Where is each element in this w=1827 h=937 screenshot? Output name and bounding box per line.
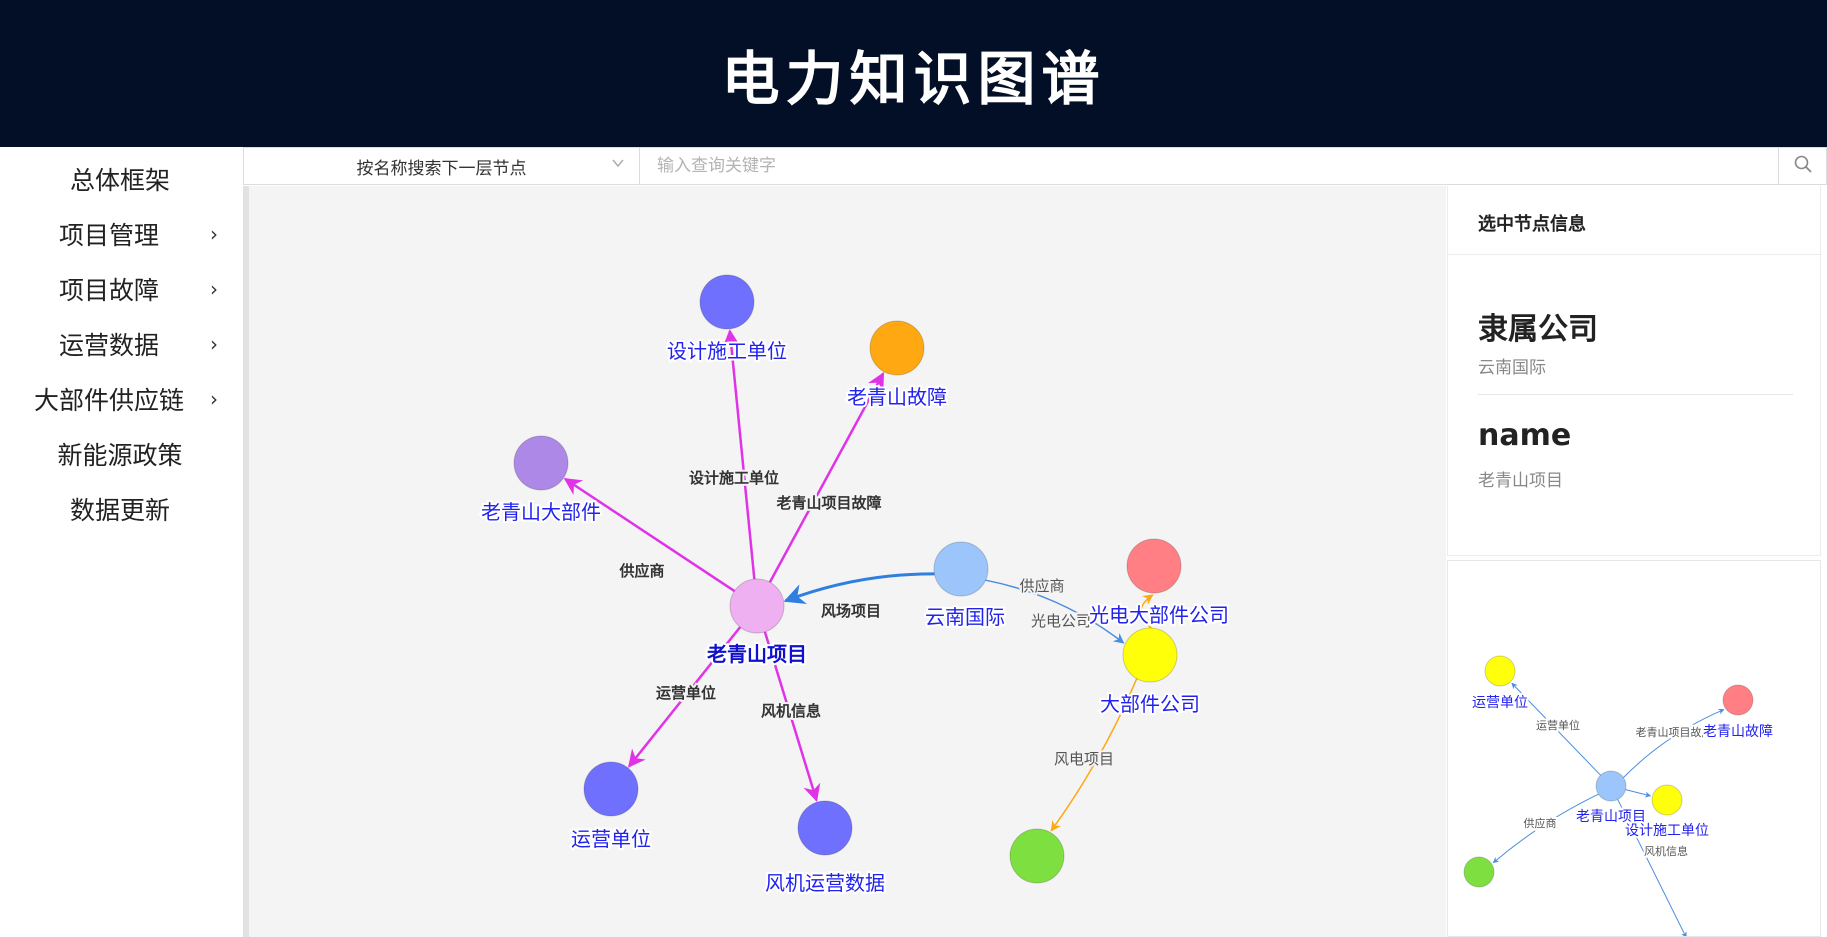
sidebar-item-label: 数据更新	[69, 495, 170, 525]
sidebar-item-label: 项目故障	[58, 275, 159, 305]
graph-edge[interactable]	[722, 329, 756, 580]
graph-node[interactable]: 老青山故障	[845, 320, 949, 411]
graph-node-label: 运营单位	[1472, 695, 1528, 711]
sidebar-item-component-supply-chain[interactable]: 大部件供应链 ›	[0, 371, 240, 426]
graph-node[interactable]	[1009, 828, 1065, 884]
sidebar-item-label: 运营数据	[58, 330, 159, 360]
search-icon	[1793, 154, 1813, 178]
graph-node-label: 设计施工单位	[667, 339, 787, 363]
graph-edge[interactable]	[1623, 708, 1725, 778]
selected-node-info-card: 选中节点信息 隶属公司 云南国际 name 老青山项目	[1447, 186, 1822, 556]
sidebar-item-new-energy-policy[interactable]: 新能源政策	[0, 426, 240, 481]
sidebar-item-label: 总体框架	[69, 165, 170, 195]
graph-node-label: 老青山故障	[1703, 724, 1773, 740]
graph-node-circle[interactable]	[699, 274, 755, 330]
sidebar-item-overall-framework[interactable]: 总体框架	[0, 151, 240, 206]
graph-node-label: 设计施工单位	[1625, 823, 1709, 839]
graph-node[interactable]: 老青山大部件	[479, 435, 603, 526]
divider	[1448, 254, 1822, 255]
graph-node-label: 风机运营数据	[765, 871, 885, 895]
graph-edge-label: 运营单位	[656, 684, 716, 702]
graph-edge-label: 风机信息	[1644, 844, 1688, 858]
graph-node-circle[interactable]	[1463, 856, 1495, 888]
info-card-title: 选中节点信息	[1478, 214, 1586, 235]
sidebar-item-project-faults[interactable]: 项目故障 ›	[0, 261, 240, 316]
graph-node[interactable]: 运营单位	[1470, 655, 1530, 713]
graph-edge-label: 老青山项目故障	[775, 494, 881, 512]
graph-node-circle[interactable]	[729, 578, 785, 634]
graph-node[interactable]: 老青山项目	[1574, 770, 1648, 827]
graph-node-circle[interactable]	[1009, 828, 1065, 884]
chevron-right-icon: ›	[210, 221, 218, 246]
graph-node-circle[interactable]	[1126, 538, 1182, 594]
sidebar-item-data-update[interactable]: 数据更新	[0, 481, 240, 536]
graph-node[interactable]: 大部件公司	[1098, 627, 1202, 718]
graph-edge[interactable]	[1625, 789, 1652, 798]
graph-edge-label: 老青山项目故障	[1636, 725, 1713, 739]
chevron-right-icon: ›	[210, 331, 218, 356]
chevron-right-icon: ›	[210, 386, 218, 411]
sidebar: 总体框架 项目管理 › 项目故障 › 运营数据 › 大部件供应链 › 新能源政策…	[0, 147, 240, 937]
graph-edge-label: 风电项目	[1054, 750, 1114, 768]
graph-edge-label: 供应商	[1019, 577, 1064, 595]
field-key: 隶属公司	[1478, 312, 1598, 347]
graph-edge[interactable]	[783, 572, 935, 604]
sidebar-item-operation-data[interactable]: 运营数据 ›	[0, 316, 240, 371]
sidebar-item-project-management[interactable]: 项目管理 ›	[0, 206, 240, 261]
graph-node-circle[interactable]	[1484, 655, 1516, 687]
graph-node[interactable]: 运营单位	[569, 761, 653, 853]
app-header: 电力知识图谱	[0, 0, 1827, 147]
graph-node[interactable]: 设计施工单位	[665, 274, 789, 365]
field-key: name	[1478, 418, 1572, 453]
divider	[1478, 394, 1793, 395]
search-mode-select[interactable]: 按名称搜索下一层节点	[244, 148, 640, 184]
search-input[interactable]	[641, 148, 1778, 184]
sidebar-item-label: 项目管理	[58, 220, 159, 250]
sidebar-item-label: 新能源政策	[57, 440, 183, 470]
graph-node[interactable]: 老青山项目	[705, 578, 809, 668]
graph-node[interactable]	[1463, 856, 1495, 888]
graph-edge-label: 设计施工单位	[689, 469, 779, 487]
search-bar: 按名称搜索下一层节点	[243, 147, 1827, 185]
graph-edge-label: 风场项目	[821, 602, 881, 620]
graph-node-circle[interactable]	[583, 761, 639, 817]
graph-node-circle[interactable]	[1722, 684, 1754, 716]
graph-node[interactable]: 风机运营数据	[763, 800, 887, 897]
graph-node-label: 老青山故障	[847, 385, 947, 409]
knowledge-graph-canvas[interactable]: 设计施工单位 老青山项目故障 供应商 风场项目 运营单位 风机信息 供应商 光电公司 风电项目老…	[243, 186, 1446, 937]
graph-edge-label: 运营单位	[1536, 718, 1580, 732]
sidebar-item-label: 大部件供应链	[33, 385, 184, 415]
graph-edge-label: 光电公司	[1031, 612, 1091, 630]
search-mode-value: 按名称搜索下一层节点	[356, 158, 527, 179]
app-title: 电力知识图谱	[721, 44, 1106, 113]
chevron-right-icon: ›	[210, 276, 218, 301]
graph-node-circle[interactable]	[513, 435, 569, 491]
chevron-down-icon	[611, 156, 625, 174]
graph-node-circle[interactable]	[797, 800, 853, 856]
knowledge-graph[interactable]: 设计施工单位老青山项目故障供应商风场项目运营单位风机信息供应商光电公司风电项目老…	[249, 186, 1446, 937]
graph-node-label: 大部件公司	[1100, 692, 1200, 716]
field-value: 云南国际	[1478, 358, 1546, 378]
graph-node-circle[interactable]	[1595, 770, 1627, 802]
graph-node[interactable]: 光电大部件公司	[1087, 538, 1231, 629]
graph-edge-label: 风机信息	[761, 702, 821, 720]
graph-node-label: 光电大部件公司	[1089, 603, 1229, 627]
graph-edge-label: 供应商	[1524, 816, 1557, 830]
graph-node-circle[interactable]	[1651, 784, 1683, 816]
graph-edge-label: 供应商	[618, 562, 664, 580]
graph-node-label: 老青山大部件	[481, 500, 601, 524]
graph-node-label: 云南国际	[925, 605, 1005, 629]
graph-node[interactable]: 云南国际	[923, 541, 1007, 631]
right-panel: 选中节点信息 隶属公司 云南国际 name 老青山项目 运营单位老青山项目故障供…	[1447, 186, 1827, 937]
field-value: 老青山项目	[1478, 471, 1563, 491]
graph-node-circle[interactable]	[933, 541, 989, 597]
mini-graph-panel[interactable]: 运营单位 老青山项目故障 供应商 风机信息 运营单位 老青山故障 老青山项目 设计施工单位	[1447, 560, 1821, 937]
graph-node-label: 运营单位	[571, 827, 651, 851]
graph-node[interactable]: 老青山故障	[1701, 684, 1775, 742]
search-button[interactable]	[1778, 148, 1826, 184]
graph-node-circle[interactable]	[1122, 627, 1178, 683]
mini-knowledge-graph[interactable]: 运营单位老青山项目故障供应商风机信息运营单位老青山故障老青山项目设计施工单位	[1448, 561, 1821, 937]
graph-node-label: 老青山项目	[707, 642, 807, 666]
graph-node-circle[interactable]	[869, 320, 925, 376]
